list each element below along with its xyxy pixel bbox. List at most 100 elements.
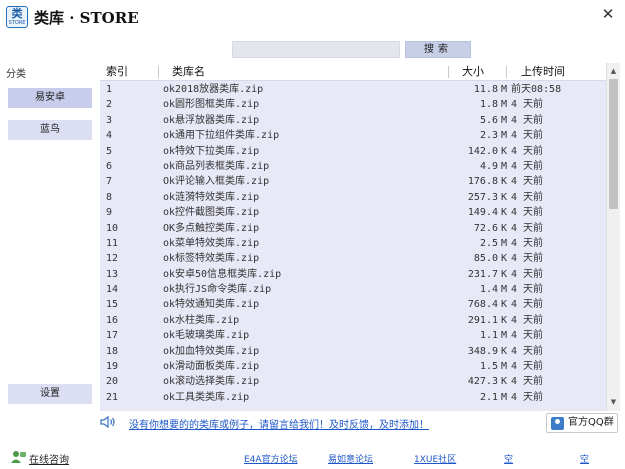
row-index: 17 — [106, 330, 119, 342]
sidebar-item-lanniao[interactable]: 蓝鸟 — [8, 120, 92, 140]
scroll-down-icon[interactable]: ▼ — [607, 396, 620, 409]
feedback-link[interactable]: 没有你想要的的类库或例子，请留言给我们！及时反馈，及时添加！ — [129, 416, 429, 431]
row-upload-time: 4 天前 — [511, 268, 544, 280]
row-index: 2 — [106, 99, 113, 111]
row-size-unit: K — [501, 299, 508, 311]
empty-link-1[interactable]: 空 — [504, 452, 513, 465]
table-row[interactable]: 5 ok特效下拉类库.zip 142.0 K 4 天前 — [100, 144, 606, 159]
row-upload-time: 4 天前 — [511, 222, 544, 234]
table-row[interactable]: 12 ok标签特效类库.zip 85.0 K 4 天前 — [100, 251, 606, 266]
row-upload-time: 4 天前 — [511, 160, 544, 172]
row-size: 2.5 — [479, 237, 498, 249]
row-index: 1 — [106, 84, 113, 95]
row-index: 10 — [106, 222, 119, 234]
row-size: 1.1 — [479, 330, 498, 342]
empty-link-2[interactable]: 空 — [580, 452, 589, 465]
speaker-icon — [100, 415, 115, 429]
column-divider[interactable] — [506, 66, 507, 78]
table-row[interactable]: 20 ok滚动选择类库.zip 427.3 K 4 天前 — [100, 374, 606, 389]
row-size: 2.1 — [479, 391, 498, 403]
table-row[interactable]: 3 ok悬浮放器类库.zip 5.6 M 4 天前 — [100, 113, 606, 128]
row-size-unit: K — [501, 345, 508, 357]
close-icon[interactable]: ✕ — [598, 4, 618, 24]
table-header: 索引 类库名 大小 上传时间 — [100, 63, 606, 81]
row-index: 8 — [106, 191, 113, 203]
row-size-unit: K — [501, 253, 508, 265]
table-body: 1 ok2018放器类库.zip 11.8 M 前天08:58 2 ok圆形图框类库.zip… — [100, 82, 606, 411]
table-row[interactable]: 1 ok2018放器类库.zip 11.8 M 前天08:58 — [100, 82, 606, 97]
table-row[interactable]: 10 OK多点触控类库.zip 72.6 K 4 天前 — [100, 221, 606, 236]
table-row[interactable]: 19 ok滑动面板类库.zip 1.5 M 4 天前 — [100, 359, 606, 374]
row-size: 85.0 — [473, 253, 498, 265]
row-library-name: ok加血特效类库.zip — [163, 345, 260, 357]
row-upload-time: 4 天前 — [511, 99, 544, 111]
row-size-unit: M — [501, 361, 508, 373]
row-size-unit: K — [501, 176, 508, 188]
column-header-name[interactable]: 类库名 — [172, 63, 205, 81]
app-title: 类库 · STORE — [34, 9, 139, 27]
row-index: 4 — [106, 130, 113, 142]
row-index: 15 — [106, 299, 119, 311]
official-qq-group-button[interactable]: 官方QQ群 — [546, 413, 618, 433]
row-size-unit: K — [501, 207, 508, 219]
table-row[interactable]: 8 ok涟漪特效类库.zip 257.3 K 4 天前 — [100, 190, 606, 205]
table-row[interactable]: 2 ok圆形图框类库.zip 1.8 M 4 天前 — [100, 97, 606, 112]
row-library-name: ok涟漪特效类库.zip — [163, 191, 260, 203]
row-library-name: OK多点触控类库.zip — [163, 222, 260, 234]
table-row[interactable]: 16 ok水柱类库.zip 291.1 K 4 天前 — [100, 313, 606, 328]
logo-caption: STORE — [8, 20, 26, 26]
row-index: 19 — [106, 361, 119, 373]
row-library-name: ok圆形图框类库.zip — [163, 99, 260, 111]
column-divider[interactable] — [448, 66, 449, 78]
1xue-community-link[interactable]: 1XUE社区 — [414, 452, 456, 465]
table-row[interactable]: 15 ok特效通知类库.zip 768.4 K 4 天前 — [100, 297, 606, 312]
qq-icon — [551, 417, 564, 430]
table-row[interactable]: 21 ok工具类类库.zip 2.1 M 4 天前 — [100, 390, 606, 405]
table-row[interactable]: 11 ok菜单特效类库.zip 2.5 M 4 天前 — [100, 236, 606, 251]
row-size-unit: K — [501, 222, 508, 234]
scroll-up-icon[interactable]: ▲ — [607, 65, 620, 78]
row-index: 13 — [106, 268, 119, 280]
table-row[interactable]: 18 ok加血特效类库.zip 348.9 K 4 天前 — [100, 344, 606, 359]
vertical-scrollbar[interactable]: ▲ ▼ — [606, 63, 620, 411]
row-upload-time: 4 天前 — [511, 345, 544, 357]
row-upload-time: 4 天前 — [511, 299, 544, 311]
row-size: 142.0 — [467, 145, 498, 157]
row-index: 7 — [106, 176, 113, 188]
row-size-unit: K — [501, 314, 508, 326]
yiruyi-forum-link[interactable]: 易如意论坛 — [328, 452, 373, 465]
table-row[interactable]: 7 Ok评论输入框类库.zip 176.8 K 4 天前 — [100, 174, 606, 189]
table-row[interactable]: 17 ok毛玻璃类库.zip 1.1 M 4 天前 — [100, 328, 606, 343]
e4a-forum-link[interactable]: E4A官方论坛 — [244, 452, 298, 465]
row-size: 4.9 — [479, 160, 498, 172]
column-header-upload-time[interactable]: 上传时间 — [521, 63, 565, 81]
library-table: 索引 类库名 大小 上传时间 1 ok2018放器类库.zip 11.8 M 前天08:… — [100, 63, 620, 411]
column-header-size[interactable]: 大小 — [462, 63, 484, 81]
row-size-unit: M — [501, 391, 508, 403]
column-header-index[interactable]: 索引 — [106, 63, 128, 81]
search-input[interactable] — [232, 41, 400, 58]
row-upload-time: 4 天前 — [511, 253, 544, 265]
row-size-unit: M — [501, 84, 508, 95]
online-consult-icon — [11, 451, 26, 463]
table-row[interactable]: 9 ok控件截图类库.zip 149.4 K 4 天前 — [100, 205, 606, 220]
sidebar-item-yianzhuo[interactable]: 易安卓 — [8, 88, 92, 108]
row-size: 1.5 — [479, 361, 498, 373]
table-row[interactable]: 13 ok安卓50信息框类库.zip 231.7 K 4 天前 — [100, 267, 606, 282]
table-row[interactable]: 4 ok通用下拉组件类库.zip 2.3 M 4 天前 — [100, 128, 606, 143]
row-upload-time: 4 天前 — [511, 361, 544, 373]
table-row[interactable]: 6 ok商品列表框类库.zip 4.9 M 4 天前 — [100, 159, 606, 174]
row-upload-time: 4 天前 — [511, 314, 544, 326]
row-upload-time: 4 天前 — [511, 391, 544, 403]
scrollbar-thumb[interactable] — [609, 79, 618, 209]
row-upload-time: 4 天前 — [511, 191, 544, 203]
row-index: 20 — [106, 376, 119, 388]
settings-button[interactable]: 设置 — [8, 384, 92, 404]
row-size: 348.9 — [467, 345, 498, 357]
table-row[interactable]: 14 ok执行JS命令类库.zip 1.4 M 4 天前 — [100, 282, 606, 297]
row-size: 176.8 — [467, 176, 498, 188]
online-consult-link[interactable]: 在线咨询 — [29, 451, 69, 466]
search-button[interactable]: 搜索 — [405, 41, 471, 58]
column-divider[interactable] — [158, 66, 159, 78]
row-index: 21 — [106, 391, 119, 403]
